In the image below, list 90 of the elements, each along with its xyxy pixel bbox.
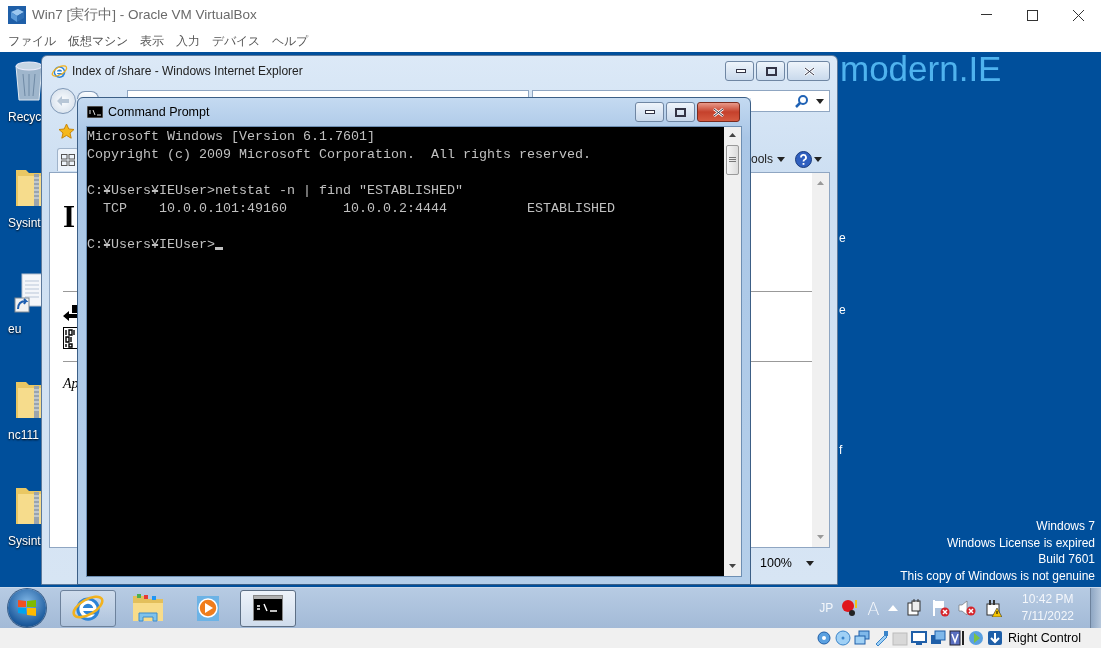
dropdown-caret-icon: [777, 156, 785, 162]
ime-icon: [841, 599, 860, 617]
watermark-text: Windows 7: [1036, 518, 1095, 535]
back-arrow-icon: [57, 96, 69, 106]
console-line: Copyright (c) 2009 Microsoft Corporation. All rights reserved.: [87, 146, 591, 164]
speaker-muted-icon: [957, 599, 976, 617]
start-button[interactable]: [8, 589, 46, 627]
network-warning-icon: [983, 599, 1002, 617]
menu-item[interactable]: デバイス: [212, 32, 260, 50]
menu-item[interactable]: 表示: [140, 32, 164, 50]
maximize-icon: [1026, 9, 1038, 21]
scroll-down-icon: [729, 564, 736, 568]
close-button[interactable]: [697, 102, 740, 122]
quick-tabs-button[interactable]: [57, 147, 79, 171]
menu-item[interactable]: 仮想マシン: [68, 32, 128, 50]
close-icon: [713, 107, 724, 117]
hard-disk-icon[interactable]: [816, 630, 833, 646]
show-hidden-icons-icon: [887, 605, 898, 611]
console-icon: [87, 106, 103, 118]
folder-icon: [132, 593, 164, 623]
play-icon: [194, 593, 222, 623]
console-line: C:¥Users¥IEUser>netstat -n | find "ESTABLISHED": [87, 182, 463, 200]
scrollbar-thumb[interactable]: [726, 145, 739, 175]
wallpaper-text: f: [839, 443, 843, 457]
network-icon[interactable]: [854, 630, 871, 646]
window-title: Win7 [実行中] - Oracle VM VirtualBox: [32, 6, 258, 24]
taskbar-button[interactable]: [240, 589, 296, 627]
optical-disc-icon[interactable]: [835, 630, 852, 646]
scroll-down-icon: [817, 535, 824, 539]
zoom-level[interactable]: 100%: [760, 556, 792, 570]
keyboard-capture-icon[interactable]: [987, 630, 1004, 646]
menu-item[interactable]: ファイル: [8, 32, 56, 50]
window-title: Command Prompt: [108, 105, 211, 119]
back-arrow-icon: [63, 305, 78, 322]
maximize-button[interactable]: [756, 61, 785, 81]
close-icon: [804, 66, 815, 76]
watermark-text: Build 7601: [1038, 551, 1095, 568]
tools-menu[interactable]: ools: [751, 152, 785, 166]
wallpaper-text: e: [839, 231, 846, 245]
wallpaper-text: e: [839, 303, 846, 317]
icon-label[interactable]: nc111: [8, 428, 39, 442]
minimize-icon: [735, 69, 746, 73]
browser-icon: [51, 62, 68, 80]
minimize-icon: [980, 14, 992, 16]
window-title: Index of /share - Windows Internet Explorer: [72, 64, 304, 78]
console-line: C:¥Users¥IEUser>: [87, 236, 223, 254]
icon-label[interactable]: Recyc: [8, 110, 42, 124]
icon-label[interactable]: Sysint: [8, 534, 41, 548]
help-button[interactable]: [795, 150, 822, 168]
minimize-button[interactable]: [635, 102, 664, 122]
page-heading: I: [63, 199, 76, 235]
maximize-icon: [766, 66, 777, 76]
grip-icon: [729, 157, 736, 163]
logo-text: modern.IE: [840, 52, 1002, 89]
dropdown-caret-icon: [816, 98, 824, 104]
shortcut-document-icon: [14, 272, 44, 314]
binary-file-icon: [63, 327, 78, 349]
minimize-icon: [644, 110, 655, 114]
search-field[interactable]: [751, 90, 830, 112]
app-icon: [8, 6, 26, 24]
dropdown-caret-icon: [806, 560, 814, 566]
minimize-button[interactable]: [725, 61, 754, 81]
search-icon: [795, 94, 808, 108]
help-icon: [795, 150, 812, 168]
grid-icon: [61, 153, 75, 166]
windows-logo-icon: [17, 598, 37, 618]
dropdown-caret-icon: [814, 156, 822, 162]
icon-label[interactable]: eu: [8, 322, 22, 336]
video-capture-icon[interactable]: [949, 630, 966, 646]
scroll-up-icon: [817, 181, 824, 185]
recycle-bin-icon: [14, 60, 44, 102]
text-cursor: [215, 247, 223, 250]
console-line: Microsoft Windows [Version 6.1.7601]: [87, 128, 375, 146]
close-icon: [1072, 9, 1084, 21]
usb-icon[interactable]: [873, 630, 890, 646]
favorites-star-icon: [58, 122, 75, 140]
scroll-up-icon: [729, 133, 736, 137]
host-key-label: Right Control: [1008, 631, 1081, 645]
maximize-icon: [675, 107, 686, 117]
display-icon[interactable]: [911, 630, 928, 646]
terminal-icon: [253, 595, 283, 621]
maximize-button[interactable]: [666, 102, 695, 122]
watermark-text: Windows License is expired: [946, 534, 1095, 551]
menu-item[interactable]: ヘルプ: [272, 32, 308, 50]
flag-error-icon: [931, 599, 950, 617]
console-line: TCP 10.0.0.101:49160 10.0.0.2:4444 ESTABLISHED: [102, 200, 615, 218]
icon-label[interactable]: Sysint: [8, 216, 41, 230]
watermark-text: This copy of Windows is not genuine: [900, 567, 1095, 584]
menu-item[interactable]: 入力: [176, 32, 200, 50]
windows-icon[interactable]: [930, 630, 947, 646]
